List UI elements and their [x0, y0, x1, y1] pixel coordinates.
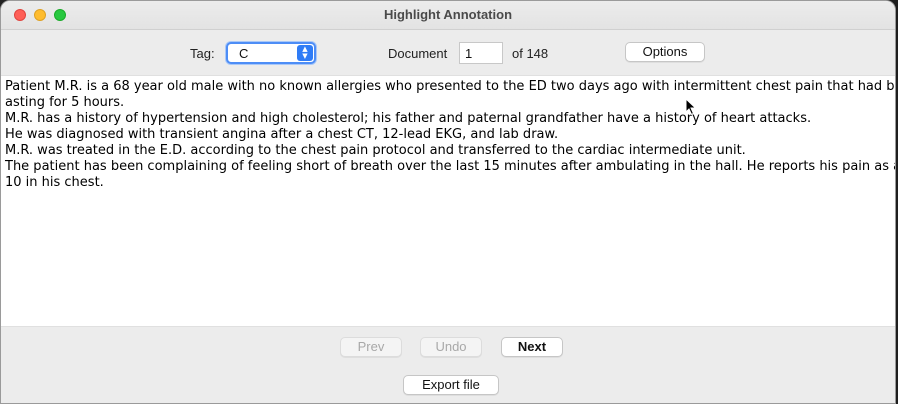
text-line[interactable]: M.R. was treated in the E.D. according t…	[5, 143, 891, 159]
window-title: Highlight Annotation	[383, 7, 513, 22]
document-total: of 148	[512, 46, 549, 61]
text-line[interactable]: asting for 5 hours.	[5, 95, 891, 111]
mouse-pointer-icon	[685, 98, 697, 116]
annotation-text-area[interactable]: Patient M.R. is a 68 year old male with …	[1, 75, 895, 327]
tag-select[interactable]: C ▲ ▼	[226, 42, 316, 64]
text-line[interactable]: M.R. has a history of hypertension and h…	[5, 111, 891, 127]
next-button[interactable]: Next	[501, 337, 563, 357]
text-line[interactable]: The patient has been complaining of feel…	[5, 159, 895, 175]
text-line[interactable]: 10 in his chest.	[5, 175, 891, 191]
document-number-input[interactable]	[459, 42, 503, 64]
export-file-button[interactable]: Export file	[403, 375, 499, 395]
text-line[interactable]: Patient M.R. is a 68 year old male with …	[5, 79, 895, 95]
prev-button[interactable]: Prev	[340, 337, 402, 357]
text-line[interactable]: He was diagnosed with transient angina a…	[5, 127, 891, 143]
undo-button[interactable]: Undo	[420, 337, 482, 357]
app-window: Highlight Annotation Tag: C ▲ ▼ Document …	[0, 0, 896, 404]
bottom-bar: Prev Undo Next Export file	[1, 327, 895, 403]
up-down-chevron-icon[interactable]: ▲ ▼	[297, 45, 313, 61]
tag-select-value: C	[239, 46, 249, 61]
toolbar: Tag: C ▲▼ Document of 148 Options	[1, 30, 895, 75]
tag-label: Tag:	[190, 46, 215, 61]
document-label: Document	[388, 46, 448, 61]
title-bar: Highlight Annotation	[1, 1, 895, 30]
options-button[interactable]: Options	[625, 42, 705, 62]
